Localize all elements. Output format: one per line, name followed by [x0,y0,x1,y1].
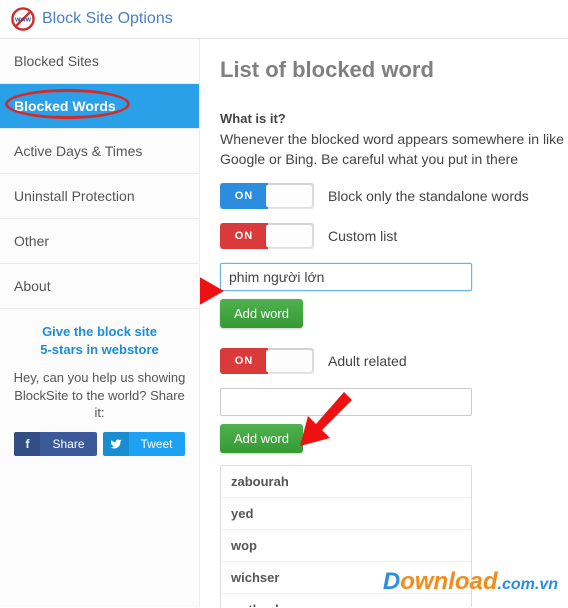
promo-text: Hey, can you help us showing BlockSite t… [8,369,191,422]
share-facebook-button[interactable]: f Share [14,432,96,456]
share-twitter-button[interactable]: Tweet [103,432,185,456]
what-is-it-heading: What is it? [220,111,568,126]
adult-section: ON Adult related Add word zabourah yed w… [220,348,568,607]
standalone-row: ON Block only the standalone words [220,183,568,209]
adult-add-word-button[interactable]: Add word [220,424,303,453]
custom-label: Custom list [328,228,397,244]
what-is-it-desc: Whenever the blocked word appears somewh… [220,130,568,169]
sidebar-item-about[interactable]: About [0,264,199,309]
list-item[interactable]: wetback [221,594,471,607]
sidebar-item-blocked-words[interactable]: Blocked Words [0,84,199,129]
sidebar: Blocked Sites Blocked Words Active Days … [0,39,200,607]
main-content: List of blocked word What is it? Wheneve… [200,39,568,607]
sidebar-item-other[interactable]: Other [0,219,199,264]
twitter-icon [103,432,129,456]
custom-list-section: ON Custom list Add word [220,223,568,328]
custom-add-word-button[interactable]: Add word [220,299,303,328]
blocksite-logo-icon: WWW [10,6,36,32]
adult-word-input[interactable] [220,388,472,416]
adult-label: Adult related [328,353,407,369]
app-header: WWW Block Site Options [0,0,568,39]
app-title: Block Site Options [42,10,173,28]
page-title: List of blocked word [220,57,568,83]
sidebar-item-blocked-sites[interactable]: Blocked Sites [0,39,199,84]
facebook-icon: f [14,432,40,456]
custom-word-input[interactable] [220,263,472,291]
promo-box: Give the block site 5-stars in webstore … [0,309,199,456]
standalone-toggle[interactable]: ON [220,183,314,209]
list-item[interactable]: wichser [221,562,471,594]
sidebar-item-uninstall-protection[interactable]: Uninstall Protection [0,174,199,219]
promo-rate-link[interactable]: Give the block site 5-stars in webstore [8,323,191,359]
list-item[interactable]: zabourah [221,466,471,498]
adult-word-list: zabourah yed wop wichser wetback [220,465,472,607]
svg-text:WWW: WWW [15,17,32,23]
standalone-label: Block only the standalone words [328,188,529,204]
custom-toggle[interactable]: ON [220,223,314,249]
sidebar-item-active-days[interactable]: Active Days & Times [0,129,199,174]
list-item[interactable]: yed [221,498,471,530]
list-item[interactable]: wop [221,530,471,562]
adult-toggle[interactable]: ON [220,348,314,374]
